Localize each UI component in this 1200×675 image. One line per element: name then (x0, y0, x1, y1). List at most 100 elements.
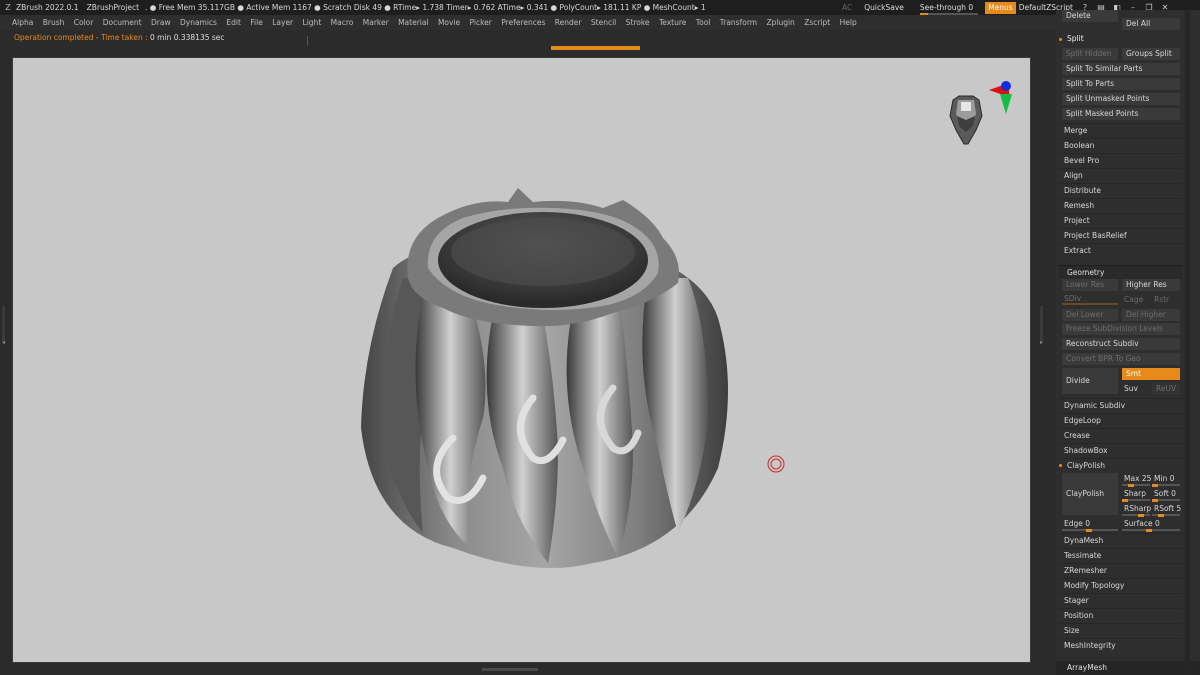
rsoft-slider-knob[interactable] (1158, 513, 1164, 517)
menu-draw[interactable]: Draw (151, 18, 171, 27)
reconstruct-subdiv-button[interactable]: Reconstruct Subdiv (1062, 338, 1180, 350)
higher-res-button[interactable]: Higher Res (1122, 279, 1180, 291)
dynamesh-subpalette[interactable]: DynaMesh (1059, 533, 1183, 547)
cage-button[interactable]: Cage (1124, 294, 1143, 305)
modify-topology-subpalette[interactable]: Modify Topology (1059, 578, 1183, 592)
menu-color[interactable]: Color (74, 18, 94, 27)
remesh-subpalette[interactable]: Remesh (1059, 198, 1183, 212)
distribute-subpalette[interactable]: Distribute (1059, 183, 1183, 197)
freeze-subdivision-button[interactable]: Freeze SubDivision Levels (1062, 323, 1180, 335)
extract-subpalette[interactable]: Extract (1059, 243, 1183, 257)
edge-slider[interactable]: Edge 0 (1064, 518, 1090, 529)
menu-edit[interactable]: Edit (226, 18, 241, 27)
menu-stroke[interactable]: Stroke (626, 18, 650, 27)
surface-slider[interactable]: Surface 0 (1124, 518, 1160, 529)
tessimate-subpalette[interactable]: Tessimate (1059, 548, 1183, 562)
menu-document[interactable]: Document (103, 18, 142, 27)
menu-file[interactable]: File (250, 18, 263, 27)
sculpt-mesh[interactable] (333, 178, 753, 578)
split-to-parts-button[interactable]: Split To Parts (1062, 78, 1180, 90)
del-lower-button[interactable]: Del Lower (1062, 309, 1118, 321)
size-subpalette[interactable]: Size (1059, 623, 1183, 637)
bottom-tray-handle[interactable] (482, 668, 538, 671)
min-slider[interactable]: Min 0 (1154, 473, 1174, 484)
left-tray-arrow-icon[interactable]: ◂ (2, 339, 5, 346)
navigation-gizmo[interactable] (933, 72, 1013, 147)
dynamic-subdiv-subpalette[interactable]: Dynamic Subdiv (1059, 398, 1183, 412)
menu-preferences[interactable]: Preferences (501, 18, 545, 27)
max-slider-track[interactable] (1122, 483, 1150, 487)
menu-tool[interactable]: Tool (696, 18, 711, 27)
convert-bpr-button[interactable]: Convert BPR To Geo (1062, 353, 1180, 365)
menu-movie[interactable]: Movie (438, 18, 460, 27)
soft-slider-knob[interactable] (1152, 498, 1158, 502)
rsoft-slider[interactable]: RSoft 5 (1154, 503, 1181, 514)
menu-render[interactable]: Render (555, 18, 582, 27)
left-tray-handle[interactable] (2, 306, 5, 342)
meshintegrity-subpalette[interactable]: MeshIntegrity (1059, 638, 1183, 652)
boolean-subpalette[interactable]: Boolean (1059, 138, 1183, 152)
align-subpalette[interactable]: Align (1059, 168, 1183, 182)
right-tray-arrow-icon[interactable]: ▸ (1040, 339, 1043, 346)
right-tray[interactable]: ▸ (1032, 46, 1056, 675)
menu-picker[interactable]: Picker (470, 18, 492, 27)
split-masked-button[interactable]: Split Masked Points (1062, 108, 1180, 120)
smt-toggle[interactable]: Smt (1122, 368, 1180, 380)
split-unmasked-button[interactable]: Split Unmasked Points (1062, 93, 1180, 105)
crease-subpalette[interactable]: Crease (1059, 428, 1183, 442)
menus-toggle[interactable]: Menus (985, 1, 1016, 14)
lower-res-button[interactable]: Lower Res (1062, 279, 1118, 291)
min-slider-knob[interactable] (1152, 483, 1158, 487)
menu-zscript[interactable]: Zscript (804, 18, 830, 27)
stager-subpalette[interactable]: Stager (1059, 593, 1183, 607)
sharp-slider-knob[interactable] (1122, 498, 1128, 502)
menu-macro[interactable]: Macro (331, 18, 354, 27)
soft-slider[interactable]: Soft 0 (1154, 488, 1176, 499)
del-all-button[interactable]: Del All (1122, 18, 1180, 30)
groups-split-button[interactable]: Groups Split (1122, 48, 1180, 60)
menu-layer[interactable]: Layer (272, 18, 293, 27)
arraymesh-section-header[interactable]: ArrayMesh (1059, 661, 1183, 675)
sharp-slider[interactable]: Sharp (1124, 488, 1146, 499)
claypolish-button[interactable]: ClayPolish (1062, 473, 1118, 515)
min-slider-track[interactable] (1152, 483, 1180, 487)
edge-slider-track[interactable] (1062, 528, 1118, 532)
menu-light[interactable]: Light (303, 18, 322, 27)
del-higher-button[interactable]: Del Higher (1122, 309, 1180, 321)
geometry-section-header[interactable]: Geometry (1059, 265, 1183, 279)
sdiv-slider-track[interactable] (1062, 303, 1118, 305)
gizmo-y-axis-icon[interactable] (1000, 94, 1012, 114)
surface-slider-knob[interactable] (1146, 528, 1152, 532)
project-basrelief-subpalette[interactable]: Project BasRelief (1059, 228, 1183, 242)
bevel-pro-subpalette[interactable]: Bevel Pro (1059, 153, 1183, 167)
shadowbox-subpalette[interactable]: ShadowBox (1059, 443, 1183, 457)
rsoft-slider-track[interactable] (1152, 513, 1180, 517)
sharp-slider-track[interactable] (1122, 498, 1150, 502)
menu-transform[interactable]: Transform (720, 18, 757, 27)
position-subpalette[interactable]: Position (1059, 608, 1183, 622)
menu-brush[interactable]: Brush (43, 18, 65, 27)
merge-subpalette[interactable]: Merge (1059, 123, 1183, 137)
delete-button[interactable]: Delete (1062, 10, 1118, 22)
menu-help[interactable]: Help (840, 18, 857, 27)
left-tray[interactable]: ◂ (0, 46, 12, 675)
soft-slider-track[interactable] (1152, 498, 1180, 502)
canvas-viewport[interactable] (12, 57, 1031, 663)
max-slider[interactable]: Max 25 (1124, 473, 1151, 484)
surface-slider-track[interactable] (1122, 528, 1180, 532)
project-subpalette[interactable]: Project (1059, 213, 1183, 227)
menu-alpha[interactable]: Alpha (12, 18, 33, 27)
max-slider-knob[interactable] (1128, 483, 1134, 487)
rsharp-slider[interactable]: RSharp (1124, 503, 1151, 514)
menu-texture[interactable]: Texture (659, 18, 686, 27)
quicksave-button[interactable]: QuickSave (864, 3, 904, 12)
menu-stencil[interactable]: Stencil (591, 18, 616, 27)
menu-marker[interactable]: Marker (363, 18, 389, 27)
suv-toggle[interactable]: Suv (1124, 383, 1138, 394)
rsharp-slider-knob[interactable] (1138, 513, 1144, 517)
see-through-slider[interactable]: See-through 0 (919, 3, 978, 15)
gizmo-head-icon[interactable] (949, 95, 983, 145)
right-tray-handle[interactable] (1040, 306, 1043, 342)
edgeloop-subpalette[interactable]: EdgeLoop (1059, 413, 1183, 427)
edge-slider-knob[interactable] (1086, 528, 1092, 532)
